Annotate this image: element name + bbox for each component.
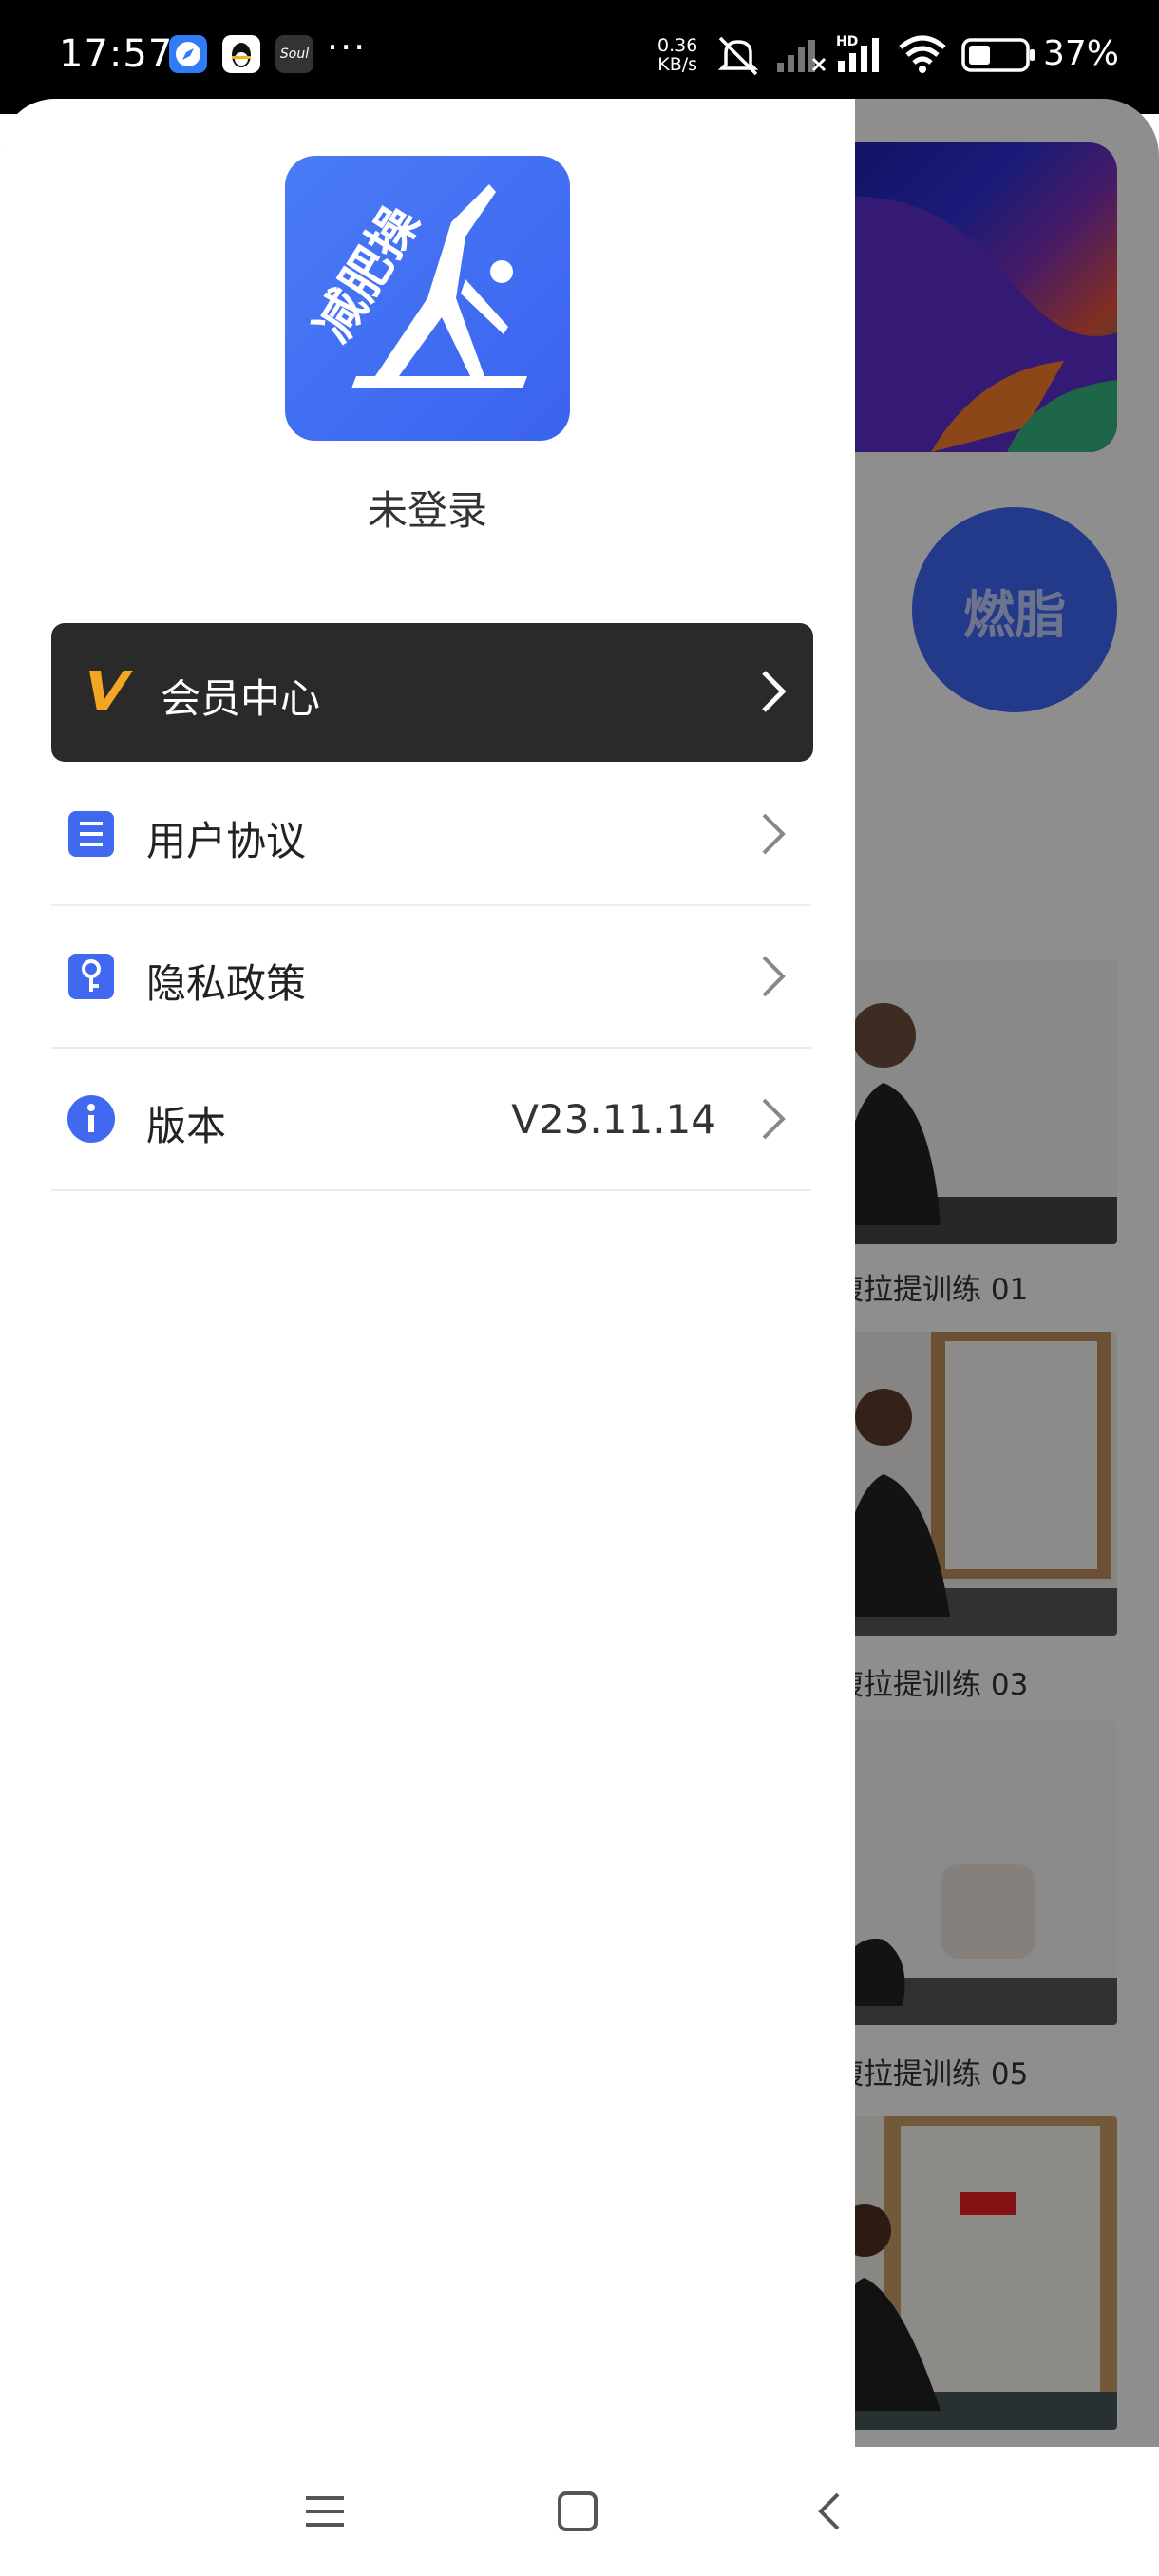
app-logo: 减肥操 <box>285 156 570 441</box>
chevron-right-icon <box>762 813 786 855</box>
vip-center-label: 会员中心 <box>161 675 321 722</box>
soul-app-icon: Soul <box>276 35 314 73</box>
chevron-right-icon <box>762 956 786 997</box>
signal-1-icon <box>777 40 826 72</box>
battery-level: 37% <box>1043 34 1120 73</box>
compass-app-icon <box>169 35 207 73</box>
key-icon <box>68 954 114 999</box>
menu-item-label: 隐私政策 <box>146 960 307 1007</box>
clock: 17:57 <box>59 32 174 76</box>
home-icon[interactable] <box>555 2489 600 2534</box>
document-icon <box>68 811 114 857</box>
wifi-icon <box>899 35 946 73</box>
more-notifications-icon: ··· <box>327 27 368 68</box>
menu-item-privacy-policy[interactable]: 隐私政策 <box>51 906 811 1049</box>
signal-2-icon <box>838 38 879 72</box>
navigation-drawer: 减肥操 未登录 会员中心 用户协议 隐私政策 版本 V23.11.14 <box>0 99 855 2447</box>
menu-item-label: 用户协议 <box>146 818 307 864</box>
qq-app-icon <box>222 35 260 73</box>
yoga-logo-icon: 减肥操 <box>304 184 527 388</box>
chevron-right-icon <box>762 671 787 712</box>
vip-center-button[interactable]: 会员中心 <box>51 623 813 762</box>
status-bar: 17:57 Soul ··· 0.36 KB/s HD 37% <box>0 0 1159 114</box>
network-speed: 0.36 KB/s <box>657 35 698 75</box>
menu-item-user-agreement[interactable]: 用户协议 <box>51 764 811 906</box>
back-icon[interactable] <box>808 2489 853 2534</box>
battery-icon <box>961 38 1035 72</box>
chevron-right-icon <box>762 1098 786 1140</box>
menu-icon[interactable] <box>302 2489 348 2534</box>
login-status[interactable]: 未登录 <box>0 479 855 537</box>
menu-item-version[interactable]: 版本 V23.11.14 <box>51 1049 811 1191</box>
vip-v-icon <box>89 671 133 710</box>
menu-item-label: 版本 <box>146 1103 227 1149</box>
system-navigation-bar <box>0 2447 1159 2576</box>
mute-icon <box>717 36 759 76</box>
info-icon <box>67 1095 115 1143</box>
version-value: V23.11.14 <box>511 1096 716 1143</box>
